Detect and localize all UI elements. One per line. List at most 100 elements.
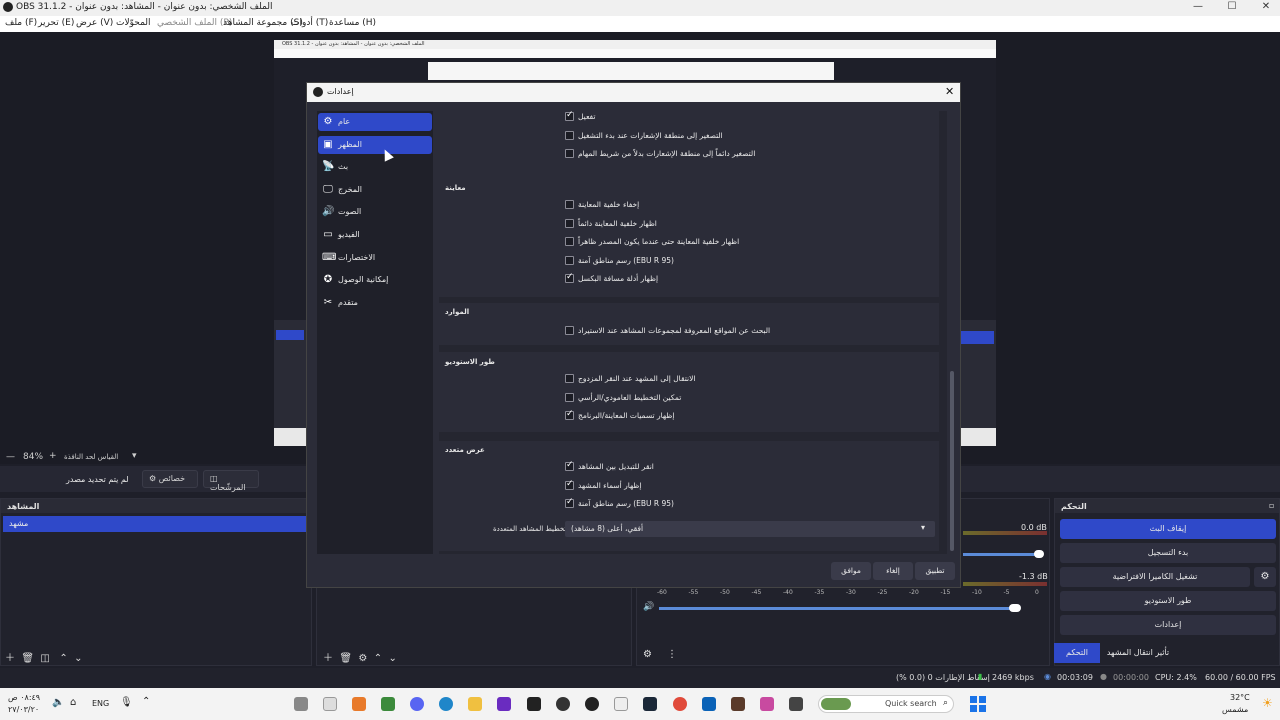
settings-button[interactable]: إعدادات <box>1060 615 1276 635</box>
clock-date[interactable]: ٢٧/٠٣/٢٠ <box>8 705 39 714</box>
move-up-icon[interactable]: ⌃ <box>374 653 382 664</box>
gear-icon[interactable]: ⚙ <box>358 653 367 664</box>
studio-mode-button[interactable]: طور الاستوديو <box>1060 591 1276 611</box>
edge-icon[interactable] <box>439 697 453 711</box>
vpn-icon[interactable] <box>556 697 570 711</box>
window-app-icon[interactable] <box>789 697 803 711</box>
folder-icon[interactable] <box>468 697 482 711</box>
dock-float-icon[interactable]: ▫ <box>1269 501 1274 510</box>
notepad-icon[interactable] <box>614 697 628 711</box>
settings-nav-audio[interactable]: 🔊 الصوت <box>318 203 432 221</box>
volume-slider-2[interactable] <box>659 607 1014 610</box>
checkbox[interactable] <box>565 255 574 265</box>
checkbox[interactable] <box>565 374 574 383</box>
move-up-icon[interactable]: ⌃ <box>59 653 67 664</box>
checkbox[interactable] <box>565 200 574 209</box>
settings-nav-gear[interactable]: ⚙ عام <box>318 113 432 131</box>
checkbox[interactable] <box>565 149 574 158</box>
zoom-fit-label[interactable]: القياس لحد النافذة <box>64 453 118 461</box>
chrome-icon[interactable] <box>673 697 687 711</box>
close-icon[interactable]: ✕ <box>1256 1 1276 12</box>
mixer-menu-icon[interactable]: ⋮ <box>667 649 677 660</box>
menu-docks[interactable]: المحوّلات <box>116 18 151 28</box>
ok-button[interactable]: موافق <box>831 562 871 580</box>
language-indicator[interactable]: ENG <box>92 699 109 708</box>
start-icon[interactable] <box>970 696 986 712</box>
settings-nav-accessibility[interactable]: ✪ إمكانية الوصول <box>318 271 432 289</box>
menu-view[interactable]: عرض (V) <box>76 18 113 28</box>
add-icon[interactable]: ＋ <box>323 653 333 664</box>
settings-scrollbar[interactable] <box>949 111 957 554</box>
terminal-icon[interactable] <box>527 697 541 711</box>
copilot-icon[interactable] <box>760 697 774 711</box>
tab-controls[interactable]: التحكم <box>1054 643 1100 663</box>
dialog-close-icon[interactable]: ✕ <box>945 85 954 98</box>
tab-scene-transitions[interactable]: تأثير انتقال المشهد <box>1102 643 1174 663</box>
scene-list-item[interactable]: مشهد <box>3 516 309 532</box>
volume-icon[interactable]: 🔈 <box>52 697 64 708</box>
weather-temp[interactable]: 32°C <box>1230 693 1250 702</box>
move-down-icon[interactable]: ⌄ <box>389 653 397 664</box>
volume-handle-2[interactable] <box>1009 604 1021 612</box>
checkbox[interactable] <box>565 326 574 335</box>
minimize-icon[interactable]: — <box>1188 1 1208 12</box>
game-app-icon[interactable] <box>381 697 395 711</box>
checkbox[interactable] <box>565 218 574 228</box>
checkbox[interactable] <box>565 111 574 121</box>
outlook-icon[interactable] <box>702 697 716 711</box>
chevron-up-icon[interactable]: ⌃ <box>142 696 150 707</box>
mixer-settings-icon[interactable]: ⚙ <box>643 649 652 660</box>
settings-nav-broadcast[interactable]: 📡 بث <box>318 158 432 176</box>
checkbox[interactable] <box>565 130 574 140</box>
trash-icon[interactable]: 🗑 <box>339 653 352 664</box>
checkbox[interactable] <box>565 392 574 402</box>
filter-icon[interactable]: ◫ <box>40 653 49 664</box>
editor-app-icon[interactable] <box>497 697 511 711</box>
weather-desc[interactable]: مشمس <box>1222 705 1248 714</box>
file-app-icon[interactable] <box>323 697 337 711</box>
checkbox[interactable] <box>565 272 574 284</box>
checkbox[interactable] <box>565 460 574 471</box>
virtual-camera-settings-icon[interactable]: ⚙ <box>1254 567 1276 587</box>
microphone-icon[interactable]: 🎙 <box>120 697 133 708</box>
menu-tools[interactable]: أدوات (T) <box>291 18 328 28</box>
move-down-icon[interactable]: ⌄ <box>74 653 82 664</box>
apply-button[interactable]: تطبيق <box>915 562 955 580</box>
start-virtual-camera-button[interactable]: تشغيل الكاميرا الافتراضية <box>1060 567 1250 587</box>
menu-edit[interactable]: تحرير (E) <box>38 18 74 28</box>
settings-app-icon[interactable] <box>294 697 308 711</box>
properties-button[interactable]: ⚙ خصائص <box>142 470 198 488</box>
checkbox[interactable] <box>565 497 574 509</box>
checkbox[interactable] <box>565 237 574 247</box>
ai-app-icon[interactable] <box>352 697 366 711</box>
stop-streaming-button[interactable]: إيقاف البث <box>1060 519 1276 539</box>
settings-nav-advanced[interactable]: ✂ متقدم <box>318 294 432 312</box>
calculator-icon[interactable] <box>731 697 745 711</box>
menu-help[interactable]: مساعدة (H) <box>329 18 376 28</box>
menu-file[interactable]: ملف (F) <box>5 18 37 28</box>
zoom-out-icon[interactable]: — <box>6 452 15 462</box>
volume-handle-1[interactable] <box>1034 550 1044 558</box>
settings-nav-video[interactable]: ▭ الفيديو <box>318 226 432 244</box>
checkbox[interactable] <box>565 479 574 490</box>
settings-nav-keyboard[interactable]: ⌨ الاختصارات <box>318 249 432 267</box>
settings-nav-appearance[interactable]: ▣ المظهر <box>318 135 432 154</box>
steam-icon[interactable] <box>643 697 657 711</box>
discord-icon[interactable] <box>410 697 424 711</box>
multiview-layout-select[interactable]: أفقي، أعلى (8 مشاهد) ▾ <box>565 521 935 537</box>
zoom-in-icon[interactable]: + <box>49 451 57 461</box>
speaker-icon[interactable]: 🔊 <box>643 602 654 612</box>
cancel-button[interactable]: إلغاء <box>873 562 913 580</box>
trash-icon[interactable]: 🗑 <box>21 653 34 664</box>
settings-nav-output[interactable]: 🖵 المخرج <box>318 181 432 199</box>
clock-time[interactable]: ٠٨:٤٩ ص <box>8 693 40 702</box>
volume-slider-1[interactable] <box>963 553 1043 556</box>
zoom-dropdown-icon[interactable]: ▾ <box>132 451 137 461</box>
filters-button[interactable]: ◫ المرشّحات <box>203 470 259 492</box>
checkbox[interactable] <box>565 409 574 421</box>
menu-profile[interactable]: الملف الشخصي (P) <box>157 18 232 28</box>
maximize-icon[interactable]: ☐ <box>1222 1 1242 12</box>
network-icon[interactable]: ⌂ <box>70 697 76 708</box>
search-box[interactable]: Quick search ⌕ <box>818 695 954 713</box>
obs-taskbar-icon[interactable] <box>585 697 599 711</box>
